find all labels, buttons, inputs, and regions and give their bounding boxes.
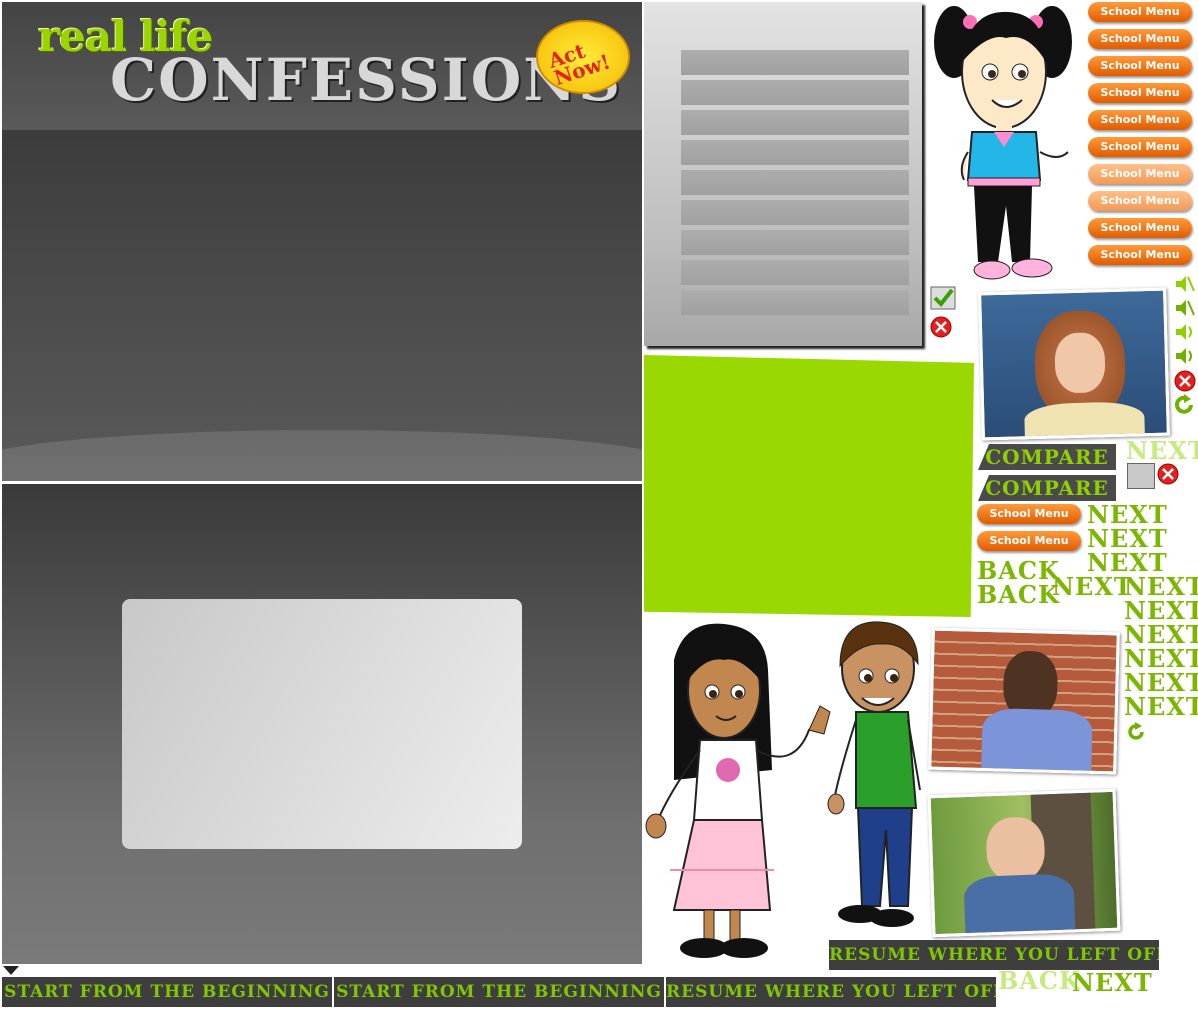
compare-button[interactable]: COMPARE — [978, 444, 1116, 470]
speaker-icon[interactable] — [1174, 345, 1196, 367]
title-bottom-curve — [2, 430, 642, 481]
list-row[interactable] — [681, 50, 909, 75]
next-button[interactable]: NEXT — [1072, 968, 1153, 997]
mute-icon[interactable] — [1174, 273, 1196, 295]
mute-icon[interactable] — [1174, 297, 1196, 319]
school-menu-button[interactable]: School Menu — [1088, 191, 1192, 211]
start-from-beginning-button[interactable]: START FROM THE BEGINNING — [334, 977, 664, 1007]
cartoon-girl-pigtails — [934, 6, 1072, 280]
check-icon[interactable] — [930, 286, 956, 310]
school-menu-button[interactable]: School Menu — [1088, 56, 1192, 76]
next-button[interactable]: NEXT — [1052, 572, 1133, 601]
school-menu-button[interactable]: School Menu — [977, 531, 1081, 551]
act-now-text: Act Now! — [545, 38, 614, 91]
photo-girl — [978, 287, 1170, 441]
act-now-badge: Act Now! — [536, 20, 630, 94]
green-panel — [644, 355, 974, 617]
school-menu-button[interactable]: School Menu — [1088, 110, 1192, 130]
list-row[interactable] — [681, 110, 909, 135]
triangle-down-icon[interactable] — [3, 966, 19, 975]
close-icon[interactable] — [1157, 463, 1179, 485]
cartoon-boy-green-shirt — [827, 621, 921, 927]
video-screen — [122, 599, 522, 849]
photo-boy-brick-wall — [928, 627, 1120, 775]
start-from-beginning-button[interactable]: START FROM THE BEGINNING — [2, 977, 332, 1007]
school-menu-button[interactable]: School Menu — [977, 504, 1081, 524]
back-button[interactable]: BACK — [998, 966, 1081, 995]
list-panel — [644, 2, 922, 346]
next-button[interactable]: NEXT — [1126, 436, 1198, 465]
school-menu-button[interactable]: School Menu — [1088, 164, 1192, 184]
checkbox-empty[interactable] — [1127, 463, 1155, 489]
back-button[interactable]: BACK — [977, 580, 1060, 609]
resume-button[interactable]: RESUME WHERE YOU LEFT OFF — [829, 940, 1159, 970]
title-panel: real life CONFESSIONS Act Now! — [2, 2, 642, 481]
list-row[interactable] — [681, 200, 909, 225]
list-row[interactable] — [681, 140, 909, 165]
video-panel — [2, 484, 642, 964]
replay-icon[interactable] — [1126, 722, 1146, 742]
list-row[interactable] — [681, 290, 909, 315]
school-menu-button[interactable]: School Menu — [1088, 2, 1192, 22]
compare-button[interactable]: COMPARE — [978, 475, 1116, 501]
resume-button[interactable]: RESUME WHERE YOU LEFT OFF — [666, 977, 996, 1007]
photo-boy-tree — [927, 788, 1121, 938]
list-row[interactable] — [681, 230, 909, 255]
school-menu-button[interactable]: School Menu — [1088, 83, 1192, 103]
speaker-icon[interactable] — [1174, 321, 1196, 343]
list-row[interactable] — [681, 170, 909, 195]
school-menu-button[interactable]: School Menu — [1088, 218, 1192, 238]
school-menu-button[interactable]: School Menu — [1088, 137, 1192, 157]
school-menu-button[interactable]: School Menu — [1088, 245, 1192, 265]
school-menu-button[interactable]: School Menu — [1088, 29, 1192, 49]
close-icon[interactable] — [930, 316, 952, 338]
list-row[interactable] — [681, 80, 909, 105]
close-icon[interactable] — [1174, 370, 1196, 392]
next-button[interactable]: NEXT — [1124, 692, 1198, 721]
list-row[interactable] — [681, 260, 909, 285]
replay-icon[interactable] — [1174, 394, 1196, 416]
cartoon-girl-braids — [645, 623, 831, 958]
